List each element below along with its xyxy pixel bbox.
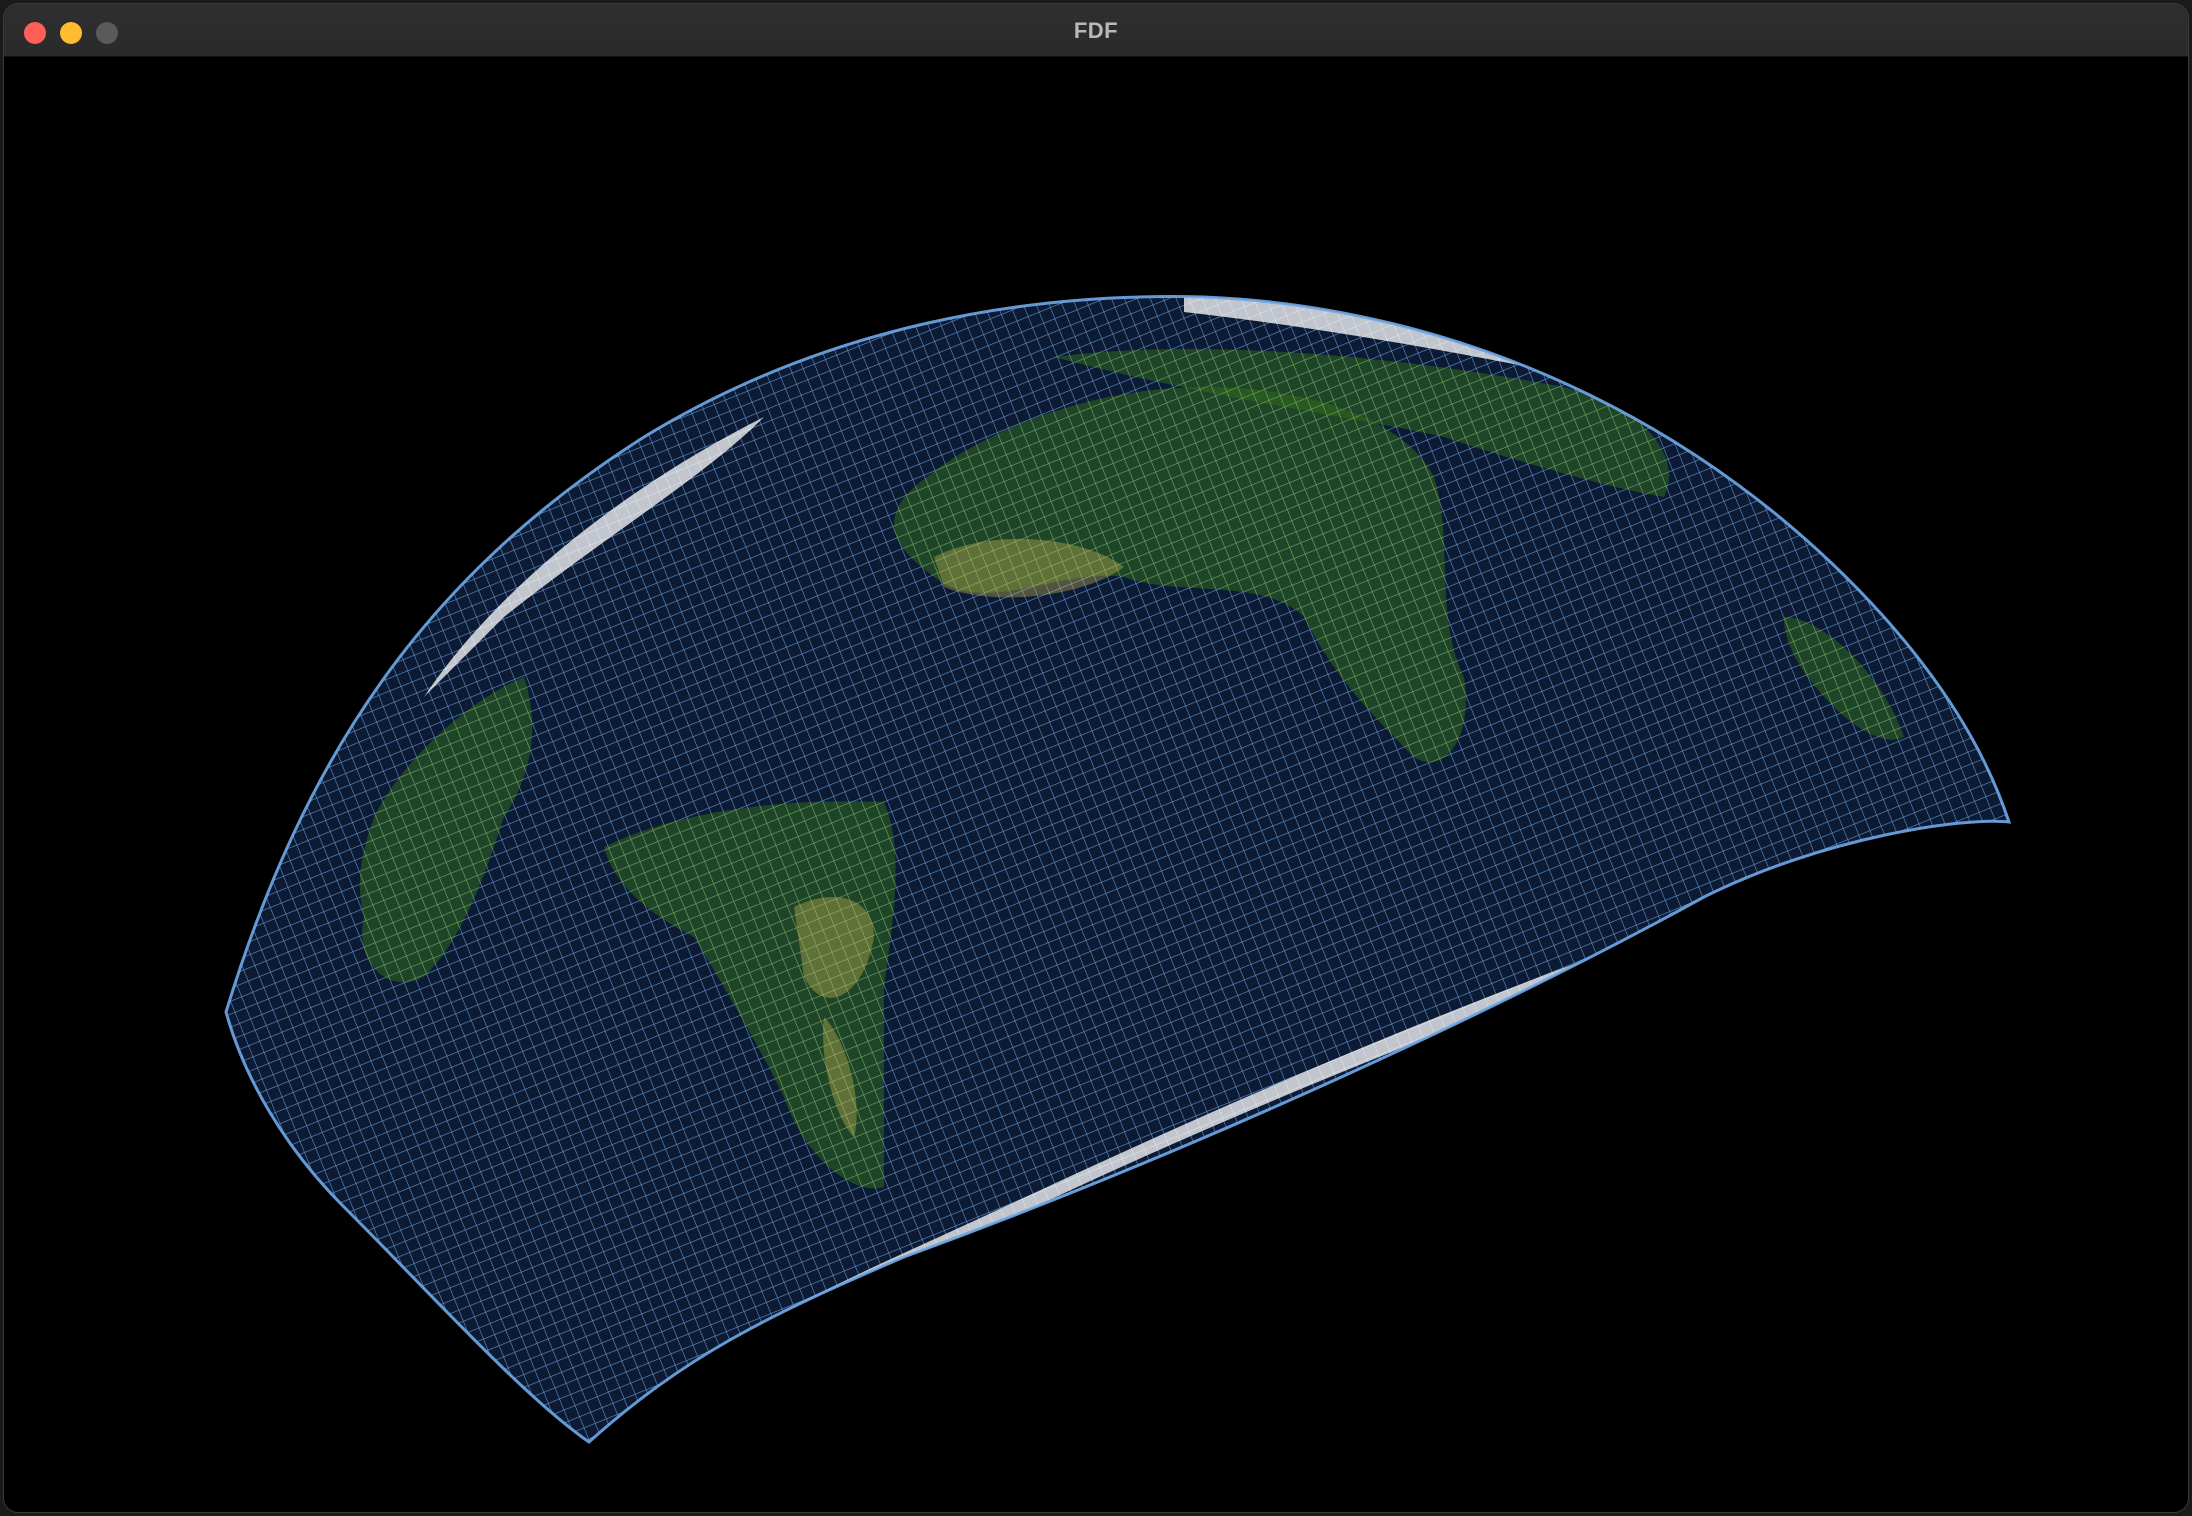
title-bar[interactable]: FDF — [4, 4, 2188, 57]
wireframe-globe — [224, 295, 2012, 1444]
globe-surface — [226, 296, 2009, 1442]
window-title: FDF — [1073, 18, 1119, 43]
render-viewport[interactable] — [4, 57, 2188, 1512]
app-window: FDF — [4, 4, 2188, 1512]
